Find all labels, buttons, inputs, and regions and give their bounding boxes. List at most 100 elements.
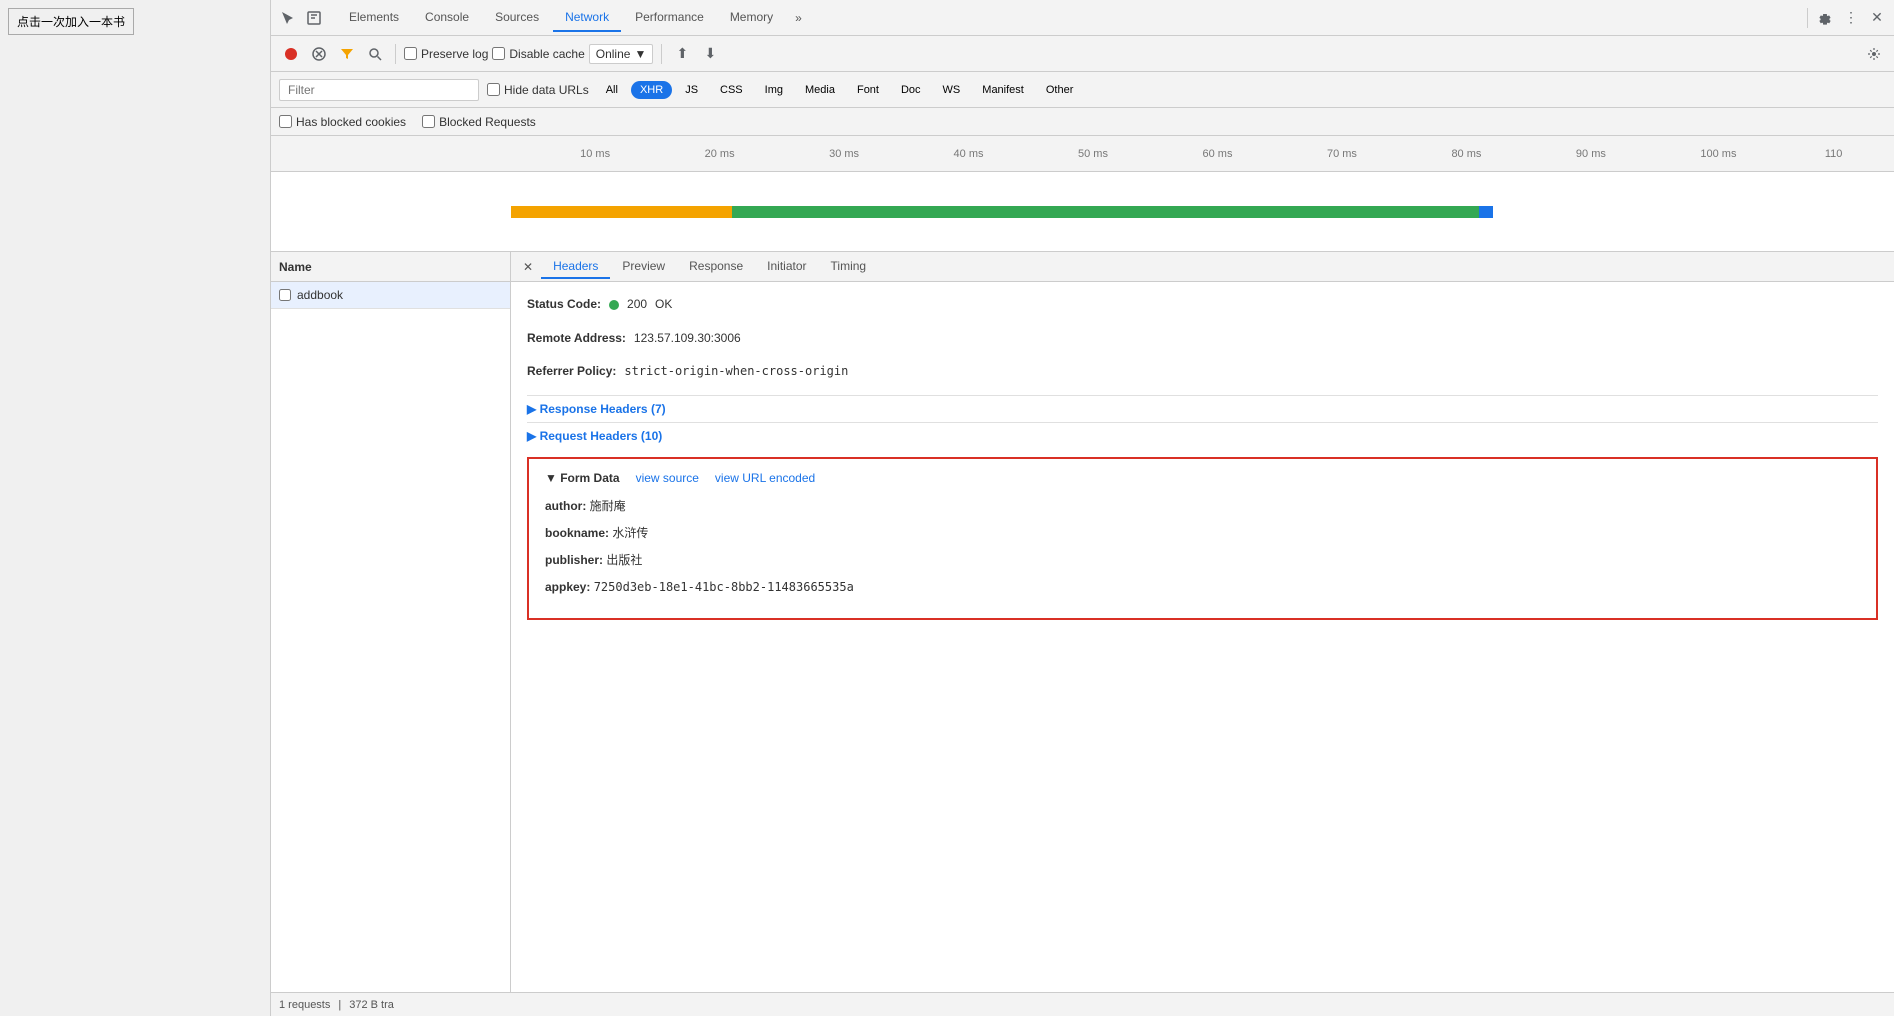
name-column-header: Name bbox=[271, 252, 510, 282]
tab-timing[interactable]: Timing bbox=[819, 255, 879, 279]
search-button[interactable] bbox=[363, 42, 387, 66]
tab-sources[interactable]: Sources bbox=[483, 4, 551, 32]
remote-address-row: Remote Address: 123.57.109.30:3006 bbox=[527, 328, 1878, 350]
form-publisher-row: publisher: 出版社 bbox=[545, 551, 1860, 570]
filter-input[interactable] bbox=[279, 79, 479, 101]
remote-address-value: 123.57.109.30:3006 bbox=[634, 328, 741, 350]
publisher-key: publisher: bbox=[545, 553, 603, 567]
tick-110: 110 bbox=[1825, 148, 1843, 160]
filter-icon-button[interactable] bbox=[335, 42, 359, 66]
tab-performance[interactable]: Performance bbox=[623, 4, 716, 32]
filter-js[interactable]: JS bbox=[676, 81, 707, 99]
request-row[interactable]: addbook bbox=[271, 282, 510, 309]
form-data-title: ▼ Form Data bbox=[545, 471, 620, 485]
tab-more[interactable]: » bbox=[787, 5, 810, 31]
status-code-label: Status Code: bbox=[527, 294, 601, 316]
separator: | bbox=[338, 999, 341, 1011]
devtools-panel: Elements Console Sources Network Perform… bbox=[270, 0, 1894, 1016]
filter-all[interactable]: All bbox=[597, 81, 627, 99]
filter-font[interactable]: Font bbox=[848, 81, 888, 99]
preserve-log-checkbox[interactable] bbox=[404, 47, 417, 60]
separator bbox=[1807, 8, 1808, 28]
tab-headers[interactable]: Headers bbox=[541, 255, 610, 279]
waterfall-chart bbox=[271, 172, 1894, 252]
form-author-row: author: 施耐庵 bbox=[545, 497, 1860, 516]
tab-memory[interactable]: Memory bbox=[718, 4, 785, 32]
filter-css[interactable]: CSS bbox=[711, 81, 752, 99]
blocked-requests-label[interactable]: Blocked Requests bbox=[422, 115, 536, 129]
bookname-value: 水浒传 bbox=[612, 526, 648, 540]
filter-xhr[interactable]: XHR bbox=[631, 81, 672, 99]
preserve-log-label[interactable]: Preserve log bbox=[404, 47, 488, 61]
cursor-icon[interactable] bbox=[279, 9, 297, 27]
appkey-key: appkey: bbox=[545, 580, 590, 594]
tick-20ms: 20 ms bbox=[705, 148, 735, 160]
bar-orange bbox=[511, 206, 732, 218]
tick-10ms: 10 ms bbox=[580, 148, 610, 160]
throttle-select[interactable]: Online ▼ bbox=[589, 44, 654, 64]
request-checkbox[interactable] bbox=[279, 289, 291, 301]
remote-address-label: Remote Address: bbox=[527, 328, 626, 350]
waterfall-header: 10 ms 20 ms 30 ms 40 ms 50 ms 60 ms 70 m… bbox=[271, 136, 1894, 172]
tick-80ms: 80 ms bbox=[1451, 148, 1481, 160]
author-value: 施耐庵 bbox=[590, 499, 626, 513]
chevron-down-icon: ▼ bbox=[634, 47, 646, 61]
status-green-dot bbox=[609, 300, 619, 310]
filter-other[interactable]: Other bbox=[1037, 81, 1083, 99]
request-name: addbook bbox=[297, 288, 343, 302]
status-code-row: Status Code: 200 OK bbox=[527, 294, 1878, 316]
upload-icon[interactable]: ⬆ bbox=[670, 42, 694, 66]
tab-preview[interactable]: Preview bbox=[610, 255, 677, 279]
disable-cache-checkbox[interactable] bbox=[492, 47, 505, 60]
waterfall-timeline: 10 ms 20 ms 30 ms 40 ms 50 ms 60 ms 70 m… bbox=[511, 136, 1894, 171]
hide-data-urls-label[interactable]: Hide data URLs bbox=[487, 83, 589, 97]
tab-network[interactable]: Network bbox=[553, 4, 621, 32]
headers-content: Status Code: 200 OK Remote Address: 123.… bbox=[511, 282, 1894, 992]
filter-media[interactable]: Media bbox=[796, 81, 844, 99]
tick-60ms: 60 ms bbox=[1203, 148, 1233, 160]
bar-row bbox=[511, 206, 1894, 218]
response-headers-section[interactable]: ▶ Response Headers (7) bbox=[527, 395, 1878, 422]
download-icon[interactable]: ⬇ bbox=[698, 42, 722, 66]
inspect-icon[interactable] bbox=[305, 9, 323, 27]
blocked-requests-checkbox[interactable] bbox=[422, 115, 435, 128]
hide-data-urls-checkbox[interactable] bbox=[487, 83, 500, 96]
filter-doc[interactable]: Doc bbox=[892, 81, 930, 99]
tab-initiator[interactable]: Initiator bbox=[755, 255, 818, 279]
settings-icon[interactable] bbox=[1816, 9, 1834, 27]
disable-cache-label[interactable]: Disable cache bbox=[492, 47, 584, 61]
close-icon[interactable]: ✕ bbox=[1868, 9, 1886, 27]
transferred-size: 372 B tra bbox=[349, 999, 394, 1011]
filter-img[interactable]: Img bbox=[756, 81, 792, 99]
has-blocked-cookies-label[interactable]: Has blocked cookies bbox=[279, 115, 406, 129]
tick-30ms: 30 ms bbox=[829, 148, 859, 160]
form-appkey-row: appkey: 7250d3eb-18e1-41bc-8bb2-11483665… bbox=[545, 578, 1860, 597]
waterfall-bars bbox=[511, 172, 1894, 251]
devtools-icons bbox=[279, 9, 323, 27]
author-key: author: bbox=[545, 499, 586, 513]
status-code-value: 200 bbox=[627, 294, 647, 316]
tab-elements[interactable]: Elements bbox=[337, 4, 411, 32]
filter-bar: Hide data URLs All XHR JS CSS Img Media … bbox=[271, 72, 1894, 108]
tick-90ms: 90 ms bbox=[1576, 148, 1606, 160]
request-headers-section[interactable]: ▶ Request Headers (10) bbox=[527, 422, 1878, 449]
referrer-policy-row: Referrer Policy: strict-origin-when-cros… bbox=[527, 361, 1878, 383]
toolbar-settings-icon[interactable] bbox=[1862, 42, 1886, 66]
filter-manifest[interactable]: Manifest bbox=[973, 81, 1033, 99]
has-blocked-cookies-checkbox[interactable] bbox=[279, 115, 292, 128]
clear-button[interactable] bbox=[307, 42, 331, 66]
close-panel-button[interactable]: ✕ bbox=[515, 256, 541, 278]
record-button[interactable] bbox=[279, 42, 303, 66]
publisher-value: 出版社 bbox=[606, 553, 642, 567]
tab-response[interactable]: Response bbox=[677, 255, 755, 279]
filter-ws[interactable]: WS bbox=[934, 81, 970, 99]
view-url-encoded-link[interactable]: view URL encoded bbox=[715, 471, 815, 485]
tab-console[interactable]: Console bbox=[413, 4, 481, 32]
more-options-icon[interactable]: ⋮ bbox=[1842, 9, 1860, 27]
main-area: Name addbook ✕ Headers Preview Response … bbox=[271, 252, 1894, 992]
add-book-button[interactable]: 点击一次加入一本书 bbox=[8, 8, 134, 35]
referrer-policy-value: strict-origin-when-cross-origin bbox=[624, 361, 848, 383]
filter-types: All XHR JS CSS Img Media Font Doc WS Man… bbox=[597, 81, 1083, 99]
toolbar-separator bbox=[395, 44, 396, 64]
view-source-link[interactable]: view source bbox=[636, 471, 699, 485]
